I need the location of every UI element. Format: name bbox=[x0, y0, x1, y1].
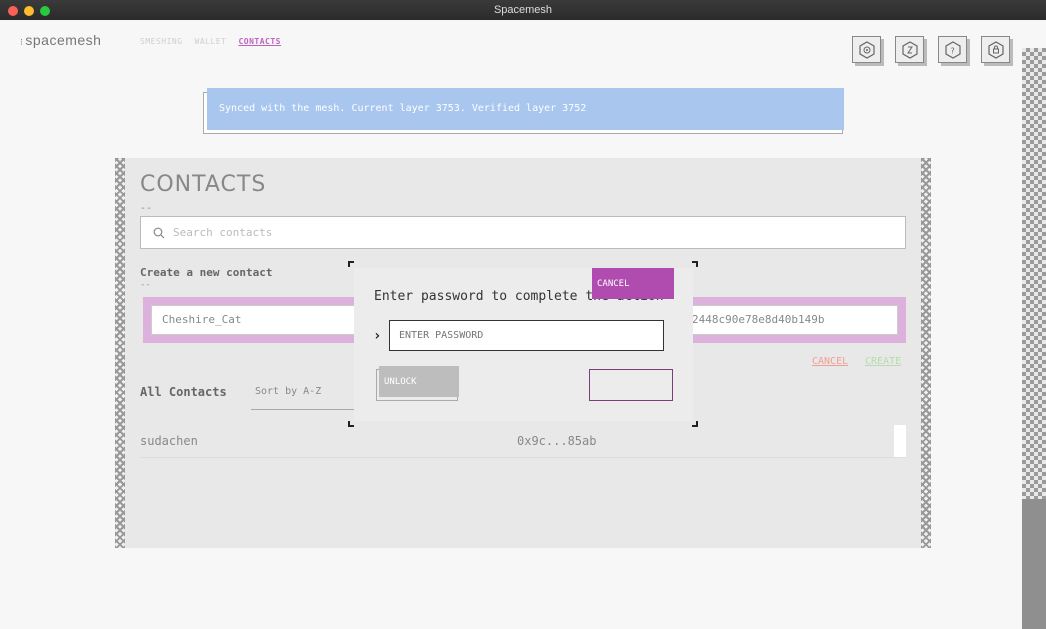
all-contacts-label: All Contacts bbox=[140, 385, 227, 399]
app-root: ⁝ spacemesh SMESHING WALLET CONTACTS ? Sy… bbox=[0, 20, 1046, 629]
search-icon bbox=[153, 227, 165, 238]
create-contact-label: Create a new contact bbox=[140, 266, 273, 279]
nav-contacts[interactable]: CONTACTS bbox=[238, 37, 281, 46]
panel-left-border bbox=[115, 158, 125, 548]
top-icon-bar: ? bbox=[852, 36, 1010, 63]
contact-address-field[interactable]: 2448c90e78e8d40b149b bbox=[685, 305, 898, 335]
page-title: CONTACTS bbox=[140, 172, 267, 197]
app-logo: ⁝ spacemesh bbox=[20, 32, 101, 48]
lock-icon bbox=[987, 40, 1004, 59]
contact-nickname-field[interactable]: Cheshire_Cat bbox=[151, 305, 381, 335]
cancel-create-link[interactable]: CANCEL bbox=[812, 356, 848, 367]
help-icon: ? bbox=[944, 40, 961, 59]
logo-text: spacemesh bbox=[25, 32, 102, 48]
modal-corner bbox=[692, 261, 698, 267]
create-contact-link[interactable]: CREATE bbox=[865, 356, 901, 367]
nav-wallet[interactable]: WALLET bbox=[195, 37, 227, 46]
chevron-right-icon: › bbox=[373, 328, 382, 344]
cancel-button-shadow bbox=[589, 369, 673, 401]
modal-corner bbox=[348, 421, 354, 427]
minimize-window-button[interactable] bbox=[24, 6, 34, 16]
panel-right-border bbox=[921, 158, 931, 548]
contact-name: sudachen bbox=[140, 434, 198, 448]
wallet-icon bbox=[901, 40, 918, 59]
window-titlebar: Spacemesh bbox=[0, 0, 1046, 20]
lock-button[interactable] bbox=[981, 36, 1010, 63]
password-modal: Enter password to complete the action › … bbox=[354, 268, 693, 421]
search-input[interactable]: Search contacts bbox=[140, 216, 906, 249]
network-icon bbox=[858, 40, 875, 59]
zoom-window-button[interactable] bbox=[40, 6, 50, 16]
modal-corner bbox=[348, 261, 354, 267]
sync-status-banner: Synced with the mesh. Current layer 3753… bbox=[207, 88, 844, 130]
close-window-button[interactable] bbox=[8, 6, 18, 16]
contact-address: 0x9c...85ab bbox=[517, 434, 597, 448]
scrollbar-thumb[interactable] bbox=[894, 425, 906, 457]
search-placeholder: Search contacts bbox=[173, 226, 273, 239]
network-button[interactable] bbox=[852, 36, 881, 63]
main-nav: SMESHING WALLET CONTACTS bbox=[140, 37, 281, 46]
password-field[interactable] bbox=[389, 320, 664, 351]
svg-text:?: ? bbox=[950, 46, 954, 55]
title-underline: -- bbox=[140, 203, 153, 214]
logo-mark-icon: ⁝ bbox=[20, 37, 24, 47]
help-button[interactable]: ? bbox=[938, 36, 967, 63]
modal-corner bbox=[692, 421, 698, 427]
create-contact-underline: -- bbox=[140, 280, 151, 290]
list-item[interactable]: sudachen 0x9c...85ab bbox=[140, 426, 906, 458]
decorative-pattern-block bbox=[1022, 499, 1046, 629]
unlock-button[interactable]: UNLOCK bbox=[379, 366, 459, 397]
wallet-button[interactable] bbox=[895, 36, 924, 63]
window-title: Spacemesh bbox=[493, 4, 553, 16]
cancel-button[interactable]: CANCEL bbox=[592, 268, 674, 299]
nav-smeshing[interactable]: SMESHING bbox=[140, 37, 183, 46]
